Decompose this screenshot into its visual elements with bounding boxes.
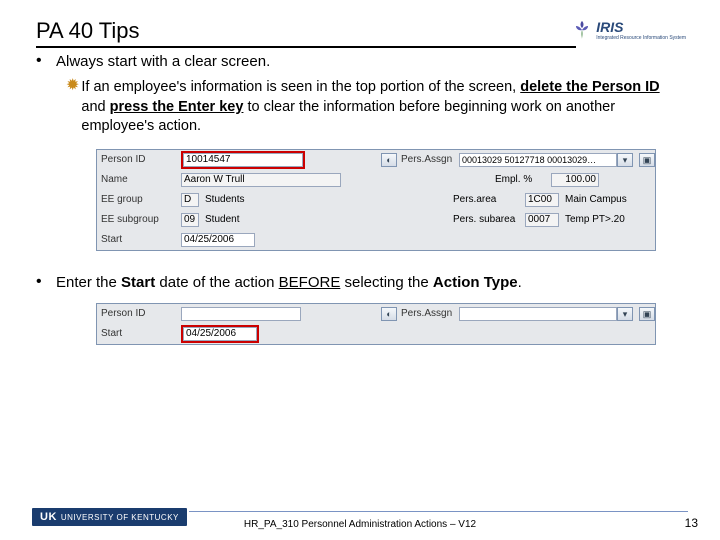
uk-logo-prefix: UK bbox=[40, 511, 57, 523]
org-assignment-icon[interactable]: ▣ bbox=[639, 307, 655, 321]
label-ee-group: EE group bbox=[97, 193, 181, 207]
field-person-id[interactable]: 10014547 bbox=[183, 153, 303, 167]
label-empl-pct: Empl. % bbox=[491, 173, 551, 187]
field-pers-area-code: 1C00 bbox=[525, 193, 559, 207]
uk-logo-badge: UK UNIVERSITY OF KENTUCKY bbox=[32, 508, 187, 526]
sap-form-screenshot-2: Person ID ◐ Pers.Assgn ▾ ▣ Start 04/25/2… bbox=[96, 303, 656, 345]
field-empl-pct: 100.00 bbox=[551, 173, 599, 187]
dropdown-icon[interactable]: ▾ bbox=[617, 153, 633, 167]
label-pers-subarea: Pers. subarea bbox=[453, 213, 525, 227]
star-icon: ✹ bbox=[66, 78, 79, 137]
field-pers-assgn[interactable]: 00013029 50127718 00013029… bbox=[459, 153, 617, 167]
bullet-dot-icon: • bbox=[36, 273, 56, 293]
org-assignment-icon[interactable]: ▣ bbox=[639, 153, 655, 167]
iris-flower-icon bbox=[570, 18, 594, 42]
field-start-2[interactable]: 04/25/2006 bbox=[183, 327, 257, 341]
sap-form-screenshot-1: Person ID 10014547 ◐ Pers.Assgn 00013029… bbox=[96, 149, 656, 251]
highlight-start-date: 04/25/2006 bbox=[181, 325, 259, 343]
bullet-1-text: Always start with a clear screen. bbox=[56, 52, 684, 72]
text-pers-area: Main Campus bbox=[565, 193, 655, 207]
uk-logo-text: UNIVERSITY OF KENTUCKY bbox=[61, 513, 179, 522]
label-person-id: Person ID bbox=[97, 153, 181, 167]
field-pers-subarea-code: 0007 bbox=[525, 213, 559, 227]
iris-logo-subtext: Integrated Resource Information System bbox=[596, 35, 686, 41]
search-help-icon[interactable]: ◐ bbox=[381, 153, 397, 167]
field-name: Aaron W Trull bbox=[181, 173, 341, 187]
bullet-2-text: Enter the Start date of the action BEFOR… bbox=[56, 273, 684, 293]
iris-logo: IRIS Integrated Resource Information Sys… bbox=[570, 18, 686, 42]
field-start-1[interactable]: 04/25/2006 bbox=[181, 233, 255, 247]
text-ee-subgroup: Student bbox=[205, 213, 305, 227]
field-pers-assgn-2[interactable] bbox=[459, 307, 617, 321]
label-person-id-2: Person ID bbox=[97, 307, 181, 321]
sub-bullet-1-text: If an employee's information is seen in … bbox=[81, 78, 684, 137]
label-pers-assgn: Pers.Assgn bbox=[397, 153, 459, 167]
iris-logo-text: IRIS bbox=[596, 19, 686, 35]
footer-divider bbox=[189, 511, 688, 512]
field-ee-subgroup-code: 09 bbox=[181, 213, 199, 227]
field-ee-group-code: D bbox=[181, 193, 199, 207]
footer-center-text: HR_PA_310 Personnel Administration Actio… bbox=[244, 519, 476, 530]
label-start-2: Start bbox=[97, 327, 181, 341]
text-pers-subarea: Temp PT>.20 bbox=[565, 213, 655, 227]
highlight-person-id: 10014547 bbox=[181, 151, 305, 169]
page-title: PA 40 Tips bbox=[36, 18, 576, 48]
text-ee-group: Students bbox=[205, 193, 305, 207]
search-help-icon[interactable]: ◐ bbox=[381, 307, 397, 321]
bullet-dot-icon: • bbox=[36, 52, 56, 72]
label-start: Start bbox=[97, 233, 181, 247]
page-number: 13 bbox=[685, 516, 698, 530]
label-pers-assgn-2: Pers.Assgn bbox=[397, 307, 459, 321]
label-name: Name bbox=[97, 173, 181, 187]
dropdown-icon[interactable]: ▾ bbox=[617, 307, 633, 321]
field-person-id-2[interactable] bbox=[181, 307, 301, 321]
label-pers-area: Pers.area bbox=[453, 193, 525, 207]
label-ee-subgroup: EE subgroup bbox=[97, 213, 181, 227]
